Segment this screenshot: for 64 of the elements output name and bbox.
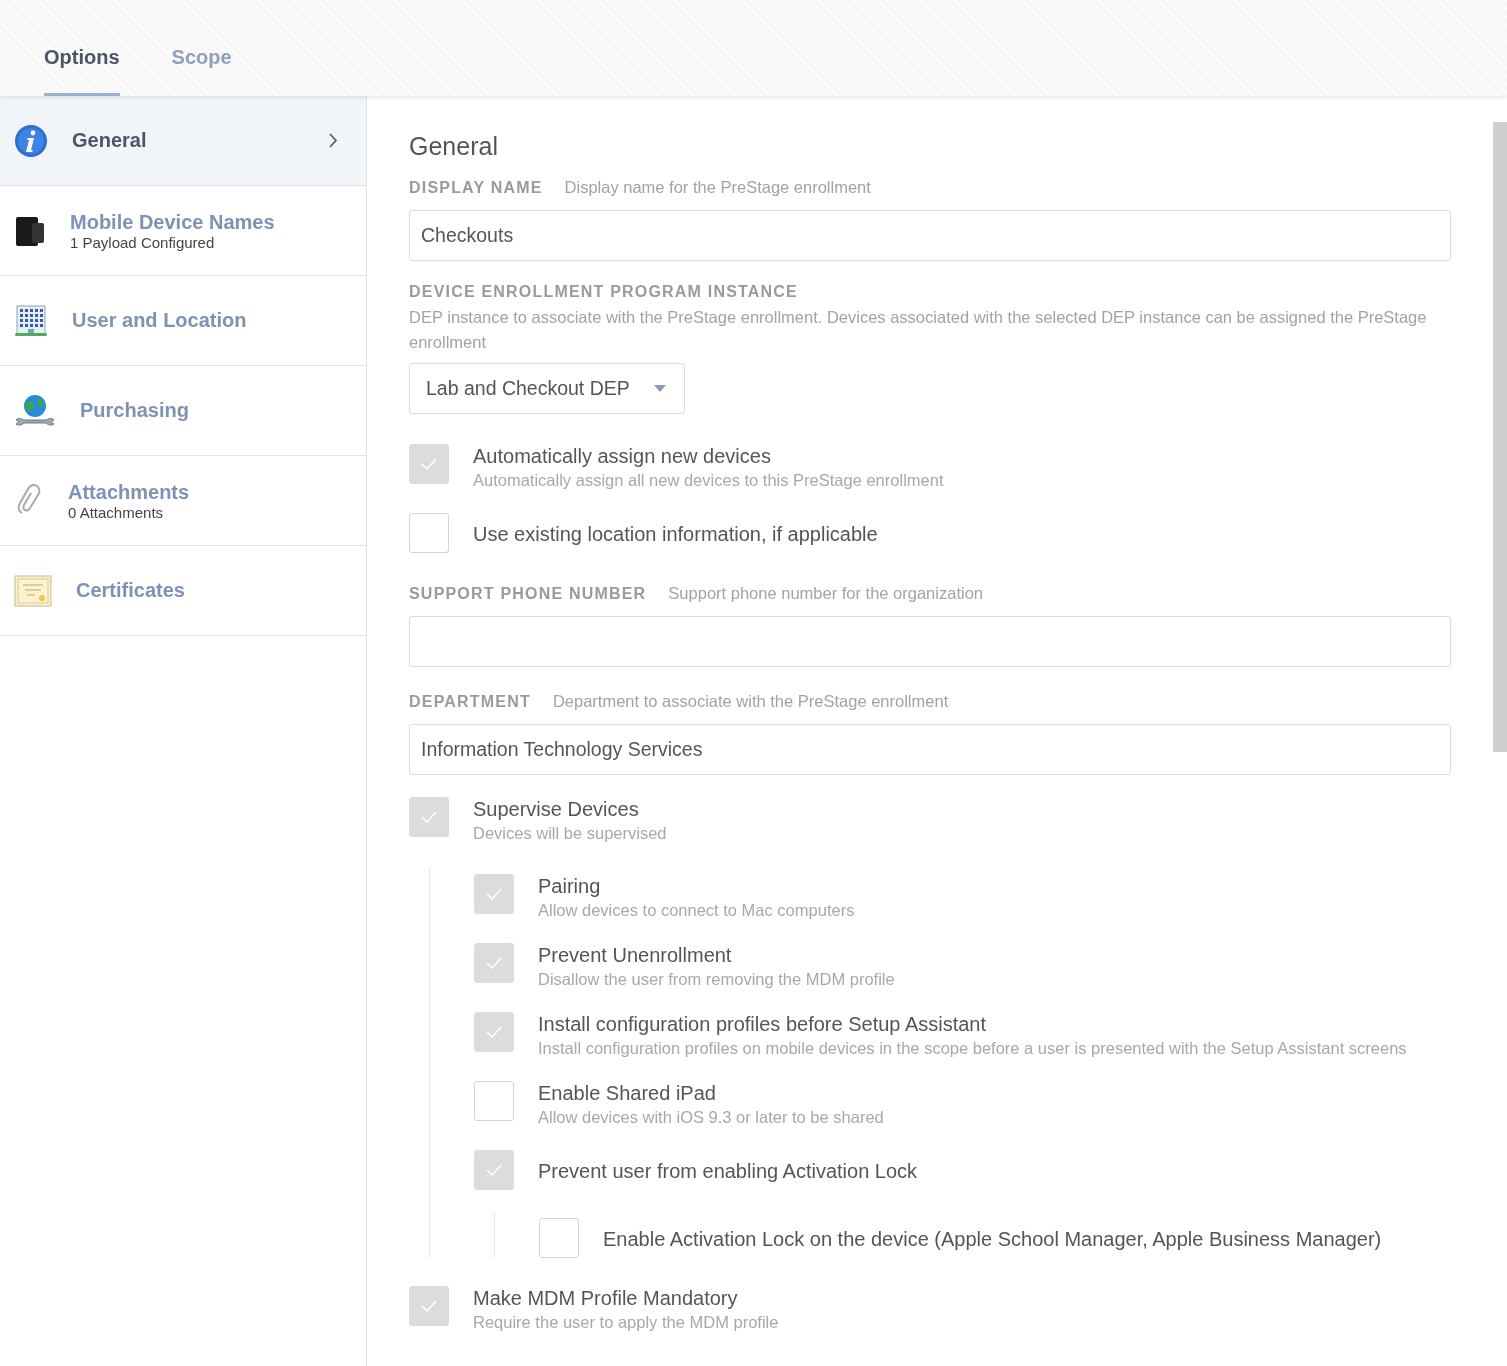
checkbox-description: Install configuration profiles on mobile devices in the scope before a user is presented with the Setup Assistant screens xyxy=(538,1038,1407,1059)
checkbox[interactable] xyxy=(474,874,514,914)
checkbox[interactable] xyxy=(409,444,449,484)
checkbox[interactable] xyxy=(409,513,449,553)
tablet-icon xyxy=(14,214,46,247)
checkbox[interactable] xyxy=(539,1218,579,1258)
sidebar-item-label: General xyxy=(72,129,148,152)
section-title: General xyxy=(409,132,499,161)
globe-wrench-icon xyxy=(14,393,56,428)
sidebar-item[interactable]: General xyxy=(0,96,366,186)
checkbox-description: Devices will be supervised xyxy=(473,823,667,844)
checkbox-description: Require the user to apply the MDM profile xyxy=(473,1312,779,1333)
checkbox-description: Automatically assign all new devices to this PreStage enrollment xyxy=(473,470,944,491)
field-description: Department to associate with the PreStage enrollment xyxy=(552,691,949,712)
checkbox-label: Enable Shared iPad xyxy=(538,1081,717,1105)
field-description: Display name for the PreStage enrollment xyxy=(564,177,871,198)
dropdown[interactable]: Lab and Checkout DEP xyxy=(409,363,685,414)
checkbox-label: Make MDM Profile Mandatory xyxy=(473,1286,739,1310)
certificate-icon xyxy=(14,574,52,607)
sidebar-item-subtitle: 1 Payload Configured xyxy=(70,233,216,251)
field-label: DISPLAY NAME xyxy=(409,179,543,197)
checkbox-label: Prevent user from enabling Activation Lock xyxy=(538,1159,918,1183)
sidebar-item-label: Purchasing xyxy=(80,399,190,422)
field-label: SUPPORT PHONE NUMBER xyxy=(409,585,647,603)
sidebar-item-label: Certificates xyxy=(76,579,186,602)
checkbox-label: Use existing location information, if applicable xyxy=(473,522,878,546)
checkbox-label: Prevent Unenrollment xyxy=(538,943,733,967)
sidebar-item-label: Mobile Device Names xyxy=(70,210,276,234)
checkmark-icon xyxy=(486,888,502,900)
sidebar-item-label: User and Location xyxy=(72,309,248,332)
checkbox-description: Allow devices to connect to Mac computers xyxy=(538,900,855,921)
text-field[interactable] xyxy=(409,616,1451,667)
info-icon xyxy=(14,123,48,158)
text-field[interactable]: Checkouts xyxy=(409,210,1451,261)
checkbox[interactable] xyxy=(474,1150,514,1190)
building-icon xyxy=(14,304,48,337)
field-description: DEP instance to associate with the PreStage enrollment. Devices associated with the selected DEP instance can be assigned the PreStage enrollment xyxy=(409,307,1428,353)
sidebar-item-subtitle: 0 Attachments xyxy=(68,503,165,521)
checkmark-icon xyxy=(486,957,502,969)
checkbox[interactable] xyxy=(409,1286,449,1326)
checkbox-label: Automatically assign new devices xyxy=(473,444,772,468)
text-field[interactable]: Information Technology Services xyxy=(409,724,1451,775)
checkbox[interactable] xyxy=(409,797,449,837)
checkbox[interactable] xyxy=(474,943,514,983)
field-label: DEVICE ENROLLMENT PROGRAM INSTANCE xyxy=(409,283,799,301)
checkbox-description: Allow devices with iOS 9.3 or later to be shared xyxy=(538,1107,884,1128)
checkbox-label: Enable Activation Lock on the device (Apple School Manager, Apple Business Manager) xyxy=(603,1227,1382,1251)
chevron-right-icon xyxy=(329,133,338,148)
checkbox-label: Install configuration profiles before Setup Assistant xyxy=(538,1012,988,1036)
sidebar-item-label: Attachments xyxy=(68,480,191,504)
checkbox-description: Disallow the user from removing the MDM profile xyxy=(538,969,895,990)
checkmark-icon xyxy=(421,1300,437,1312)
checkmark-icon xyxy=(421,458,437,470)
checkmark-icon xyxy=(486,1164,502,1176)
checkbox-label: Pairing xyxy=(538,874,602,898)
field-label: DEPARTMENT xyxy=(409,693,531,711)
checkbox-label: Supervise Devices xyxy=(473,797,640,821)
checkbox[interactable] xyxy=(474,1081,514,1121)
checkmark-icon xyxy=(421,811,437,823)
caret-icon xyxy=(653,385,666,392)
scrollbar[interactable] xyxy=(1493,122,1507,752)
checkmark-icon xyxy=(486,1026,502,1038)
checkbox[interactable] xyxy=(474,1012,514,1052)
field-description: Support phone number for the organization xyxy=(668,583,983,604)
